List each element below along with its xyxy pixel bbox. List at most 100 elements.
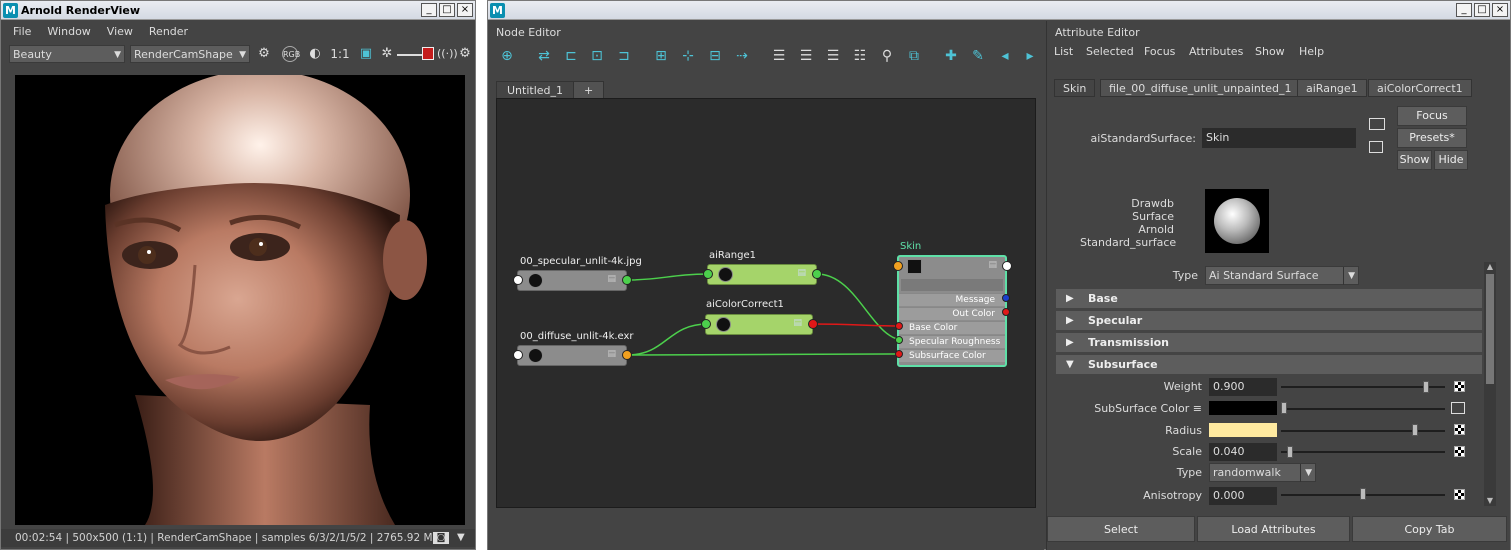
output-connections-icon[interactable]: ⊐ [614,46,634,66]
minimize-button[interactable]: _ [421,3,437,17]
presets-button[interactable]: Presets* [1397,128,1467,148]
node-skin-shader[interactable]: ▤ Message Out Color Base Color Specular … [897,255,1007,367]
minimize-button[interactable]: _ [1456,3,1472,17]
section-transmission[interactable]: ▶ Transmission [1056,333,1482,352]
map-button-icon[interactable] [1454,446,1465,457]
crop-region-icon[interactable]: ▣ [358,46,374,62]
frame-selected-icon[interactable]: ⊹ [678,46,698,66]
scale-slider-knob[interactable] [1287,446,1294,458]
node-graph-canvas[interactable]: 00_specular_unlit-4k.jpg ▤ 00_diffuse_un… [496,98,1036,508]
add-bookmark-icon[interactable]: ✚ [941,46,961,66]
menu-render[interactable]: Render [141,22,196,42]
collapse-icon[interactable]: ▤ [607,274,616,284]
ipr-icon[interactable]: ((·)) [437,46,458,62]
scroll-down-icon[interactable]: ▼ [1484,496,1496,506]
anisotropy-slider-knob[interactable] [1360,488,1366,500]
collapse-icon[interactable]: ▤ [607,349,616,359]
port-subsurfacecolor-in[interactable] [895,350,903,358]
port-outcolor-out[interactable] [1002,308,1010,316]
node-specular-file[interactable]: ▤ [517,270,627,291]
node-diffuse-file[interactable]: ▤ [517,345,627,366]
port-message-out[interactable] [1002,294,1010,302]
port-in[interactable] [893,261,903,271]
subsurface-color-swatch[interactable] [1209,401,1277,415]
checker-alpha-icon[interactable]: ◐ [307,46,323,62]
map-button-icon[interactable] [1454,424,1465,435]
ae-menu-selected[interactable]: Selected [1086,45,1134,58]
type-select[interactable]: Ai Standard Surface ▼ [1205,266,1359,285]
port-in[interactable] [513,275,523,285]
section-specular[interactable]: ▶ Specular [1056,311,1482,330]
pin-icon[interactable]: ⇢ [732,46,752,66]
menu-window[interactable]: Window [39,22,98,42]
weight-field[interactable]: 0.900 [1209,378,1277,396]
scroll-up-icon[interactable]: ▲ [1484,262,1496,272]
menu-file[interactable]: File [5,22,39,42]
simple-mode-icon[interactable]: ☰ [769,46,789,66]
aov-select[interactable]: Beauty ▼ [9,45,125,63]
node-name-field[interactable]: Skin [1202,128,1356,148]
connected-map-icon[interactable] [1451,402,1465,414]
ratio-label[interactable]: 1:1 [330,46,350,62]
renderview-titlebar[interactable]: M Arnold RenderView _ □ × [1,1,475,20]
radius-color-swatch[interactable] [1209,423,1277,437]
swap-icon[interactable]: ⇄ [534,46,554,66]
anisotropy-field[interactable]: 0.000 [1209,487,1277,505]
focus-button[interactable]: Focus [1397,106,1467,126]
collapse-icon[interactable]: ▤ [988,260,997,270]
weight-slider-knob[interactable] [1423,381,1430,393]
custom-mode-icon[interactable]: ☷ [850,46,870,66]
show-button[interactable]: Show [1397,150,1432,170]
tab-add[interactable]: + [573,81,605,99]
edit-icon[interactable]: ✎ [968,46,988,66]
copy-tab-button[interactable]: Copy Tab [1352,516,1507,542]
ss-type-select[interactable]: randomwalk ▼ [1209,463,1316,482]
hide-button[interactable]: Hide [1434,150,1468,170]
search-icon[interactable]: ⚲ [877,46,897,66]
scale-slider[interactable] [1281,451,1445,453]
close-button[interactable]: × [1492,3,1508,17]
render-settings-icon[interactable]: ⚙ [256,46,272,62]
stop-render-button[interactable] [422,47,434,60]
map-button-icon[interactable] [1454,489,1465,500]
maximize-button[interactable]: □ [439,3,455,17]
add-node-icon[interactable]: ⊕ [497,46,517,66]
ae-menu-attributes[interactable]: Attributes [1189,45,1243,58]
ae-tab-file[interactable]: file_00_diffuse_unlit_unpainted_1 [1100,79,1301,97]
previous-icon[interactable]: ◂ [995,46,1015,66]
ae-scrollbar[interactable]: ▲ ▼ [1484,262,1496,506]
ae-menu-list[interactable]: List [1054,45,1073,58]
port-out[interactable] [622,350,632,360]
port-basecolor-in[interactable] [895,322,903,330]
io-connections-icon[interactable]: ⊡ [587,46,607,66]
weight-slider[interactable] [1281,386,1445,388]
input-connections-icon[interactable]: ⊏ [561,46,581,66]
ae-menu-help[interactable]: Help [1299,45,1324,58]
port-out[interactable] [812,269,822,279]
select-button[interactable]: Select [1047,516,1195,542]
ae-menu-show[interactable]: Show [1255,45,1285,58]
ae-menu-focus[interactable]: Focus [1144,45,1175,58]
camera-select[interactable]: RenderCamShape ▼ [130,45,250,63]
collapse-icon[interactable]: ▤ [793,318,802,328]
node-airange[interactable]: ▤ [707,264,817,285]
port-out[interactable] [1002,261,1012,271]
render-image[interactable] [15,75,465,525]
port-out[interactable] [622,275,632,285]
close-button[interactable]: × [457,3,473,17]
layout-icon[interactable]: ⊟ [705,46,725,66]
maya-titlebar[interactable]: M _ □ × [488,1,1510,20]
radius-slider[interactable] [1281,430,1445,432]
frame-all-icon[interactable]: ⊞ [651,46,671,66]
scale-field[interactable]: 0.040 [1209,443,1277,461]
node-aicolorcorrect[interactable]: ▤ [705,314,813,335]
section-subsurface[interactable]: ▼ Subsurface [1056,355,1482,374]
next-icon[interactable]: ▸ [1020,46,1040,66]
refresh-icon[interactable]: ✲ [379,46,395,62]
gear-icon[interactable]: ⚙ [457,46,473,62]
tab-untitled-1[interactable]: Untitled_1 [496,81,575,99]
connected-mode-icon[interactable]: ☰ [796,46,816,66]
subsurface-color-slider-knob[interactable] [1281,402,1287,414]
scroll-thumb[interactable] [1486,274,1494,384]
expand-icon[interactable]: ▼ [457,532,465,543]
